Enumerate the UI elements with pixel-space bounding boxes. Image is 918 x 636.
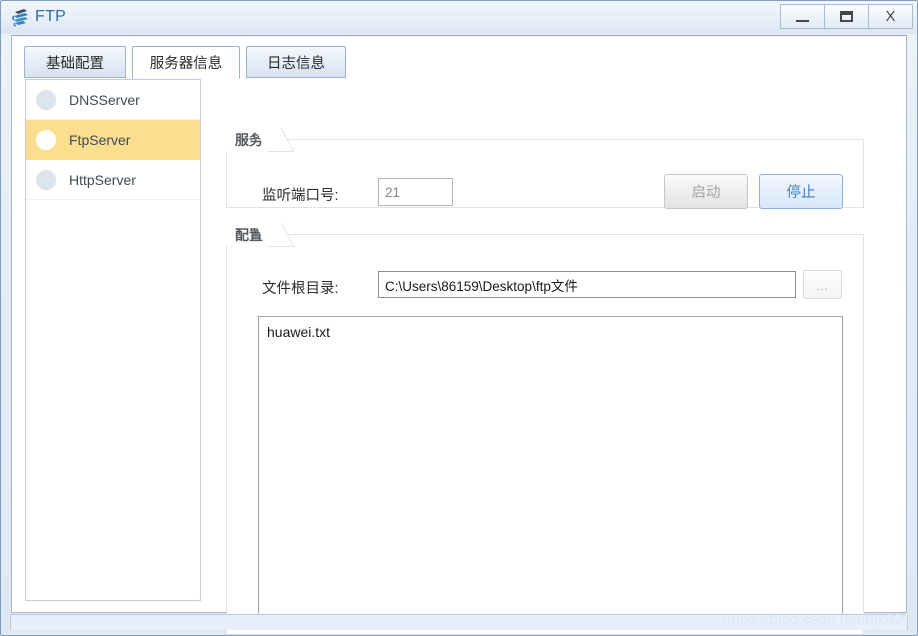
window-title: FTP xyxy=(35,8,67,25)
sidebar-item-ftpserver[interactable]: FtpServer xyxy=(26,120,200,160)
stop-button[interactable]: 停止 xyxy=(759,174,843,209)
close-button[interactable]: X xyxy=(868,4,913,29)
server-status-circle-icon xyxy=(36,169,56,190)
server-list[interactable]: DNSServer FtpServer HttpServer xyxy=(25,79,201,601)
port-value: 21 xyxy=(385,184,401,200)
root-directory-input[interactable]: C:\Users\86159\Desktop\ftp文件 xyxy=(378,271,796,298)
port-label: 监听端口号: xyxy=(262,188,339,204)
tab-label: 日志信息 xyxy=(267,55,325,72)
tab-label: 基础配置 xyxy=(46,55,104,72)
close-icon: X xyxy=(885,8,896,25)
config-group-title: 配置 xyxy=(226,223,275,246)
server-status-circle-icon xyxy=(36,129,56,150)
ellipsis-icon: ... xyxy=(815,279,829,293)
minimize-icon xyxy=(796,19,809,22)
root-directory-label: 文件根目录: xyxy=(262,281,339,297)
app-window: FTP X 基础配置 服务器信息 日志信息 DNSServer FtpServe… xyxy=(0,0,918,636)
stop-button-label: 停止 xyxy=(786,185,816,201)
tab-log-info[interactable]: 日志信息 xyxy=(246,46,346,78)
maximize-icon xyxy=(840,11,853,22)
service-group-title: 服务 xyxy=(226,128,275,151)
server-status-circle-icon xyxy=(36,89,56,110)
tab-basic-config[interactable]: 基础配置 xyxy=(24,46,126,78)
list-item[interactable]: huawei.txt xyxy=(259,317,842,340)
sidebar-item-dnsserver[interactable]: DNSServer xyxy=(26,80,200,120)
sidebar-item-label: HttpServer xyxy=(69,171,136,188)
sidebar-item-label: FtpServer xyxy=(69,131,131,148)
tab-server-info[interactable]: 服务器信息 xyxy=(132,46,240,79)
start-button-label: 启动 xyxy=(691,185,721,201)
root-directory-value: C:\Users\86159\Desktop\ftp文件 xyxy=(385,278,578,294)
client-area: 基础配置 服务器信息 日志信息 DNSServer FtpServer Http… xyxy=(11,35,907,635)
title-bar[interactable]: FTP X xyxy=(1,1,917,34)
sidebar-item-label: DNSServer xyxy=(69,91,140,108)
maximize-button[interactable] xyxy=(824,4,868,29)
start-button[interactable]: 启动 xyxy=(664,174,748,209)
watermark-text: https://blog.csdn.net/hjx020 xyxy=(722,611,911,628)
ftp-app-icon xyxy=(12,9,28,27)
file-list[interactable]: huawei.txt xyxy=(258,316,843,621)
minimize-button[interactable] xyxy=(780,4,824,29)
port-input[interactable]: 21 xyxy=(378,178,453,206)
tab-label: 服务器信息 xyxy=(149,56,223,72)
browse-button[interactable]: ... xyxy=(803,270,842,299)
sidebar-item-httpserver[interactable]: HttpServer xyxy=(26,160,200,200)
